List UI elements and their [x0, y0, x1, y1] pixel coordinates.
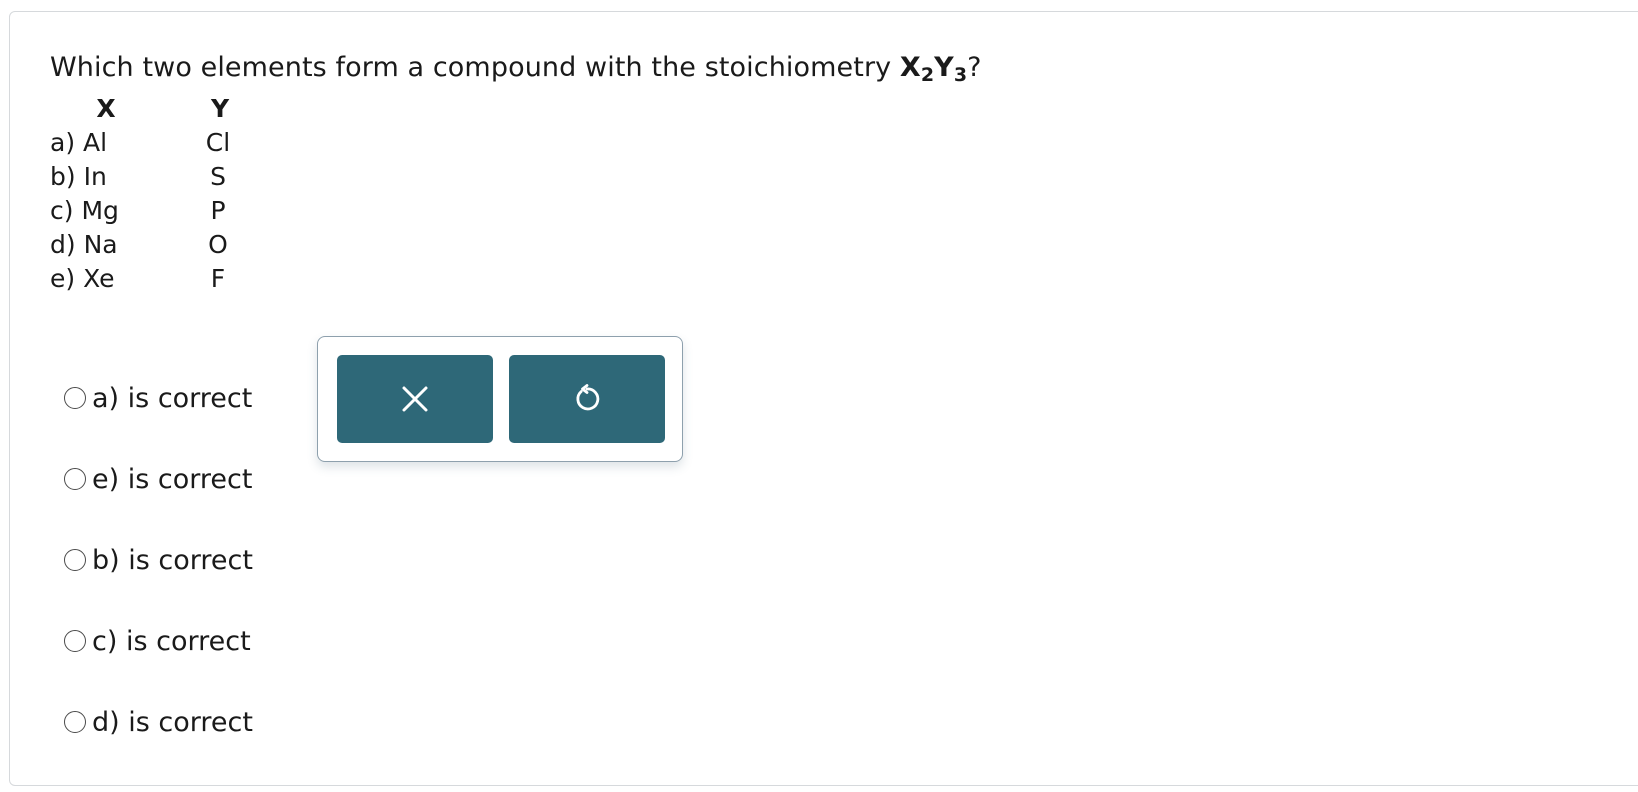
element-y: Cl: [205, 128, 231, 157]
element-y: F: [210, 264, 226, 293]
element-y: S: [210, 162, 226, 191]
question-prompt: Which two elements form a compound with …: [50, 52, 900, 83]
element-x: e) Xe: [50, 264, 115, 293]
element-table-header: X Y: [50, 92, 278, 126]
option-c[interactable]: c) is correct: [64, 621, 251, 661]
radio-button[interactable]: [64, 468, 86, 490]
element-x: d) Na: [50, 230, 118, 259]
element-y: P: [210, 196, 226, 225]
element-x: b) In: [50, 162, 107, 191]
stoichiometry-formula: X2Y3: [899, 52, 968, 86]
option-label: d) is correct: [92, 706, 253, 738]
option-label: e) is correct: [92, 463, 253, 495]
radio-button[interactable]: [64, 387, 86, 409]
option-label: b) is correct: [92, 544, 253, 576]
radio-button[interactable]: [64, 711, 86, 733]
option-label: a) is correct: [92, 382, 253, 414]
clear-answer-button[interactable]: [337, 355, 493, 443]
table-row: d) Na O: [50, 228, 278, 262]
element-y: O: [208, 230, 228, 259]
reset-button[interactable]: [509, 355, 665, 443]
column-header-y: Y: [210, 94, 230, 123]
table-row: c) Mg P: [50, 194, 278, 228]
radio-button[interactable]: [64, 549, 86, 571]
question-text: Which two elements form a compound with …: [50, 52, 982, 86]
option-e[interactable]: e) is correct: [64, 459, 252, 499]
radio-button[interactable]: [64, 630, 86, 652]
answer-toolbar: [317, 336, 683, 462]
element-x: a) Al: [50, 128, 108, 157]
table-row: a) Al Cl: [50, 126, 278, 160]
option-b[interactable]: b) is correct: [64, 540, 253, 580]
element-x: c) Mg: [50, 196, 119, 225]
option-label: c) is correct: [92, 625, 251, 657]
column-header-x: X: [96, 94, 116, 123]
table-row: e) Xe F: [50, 262, 278, 296]
option-a[interactable]: a) is correct: [64, 378, 252, 418]
element-table: X Y a) Al Cl b) In S c) Mg P d) Na O e) …: [50, 92, 278, 296]
table-row: b) In S: [50, 160, 278, 194]
option-d[interactable]: d) is correct: [64, 702, 253, 742]
close-icon: [402, 386, 428, 412]
undo-icon: [576, 384, 600, 411]
